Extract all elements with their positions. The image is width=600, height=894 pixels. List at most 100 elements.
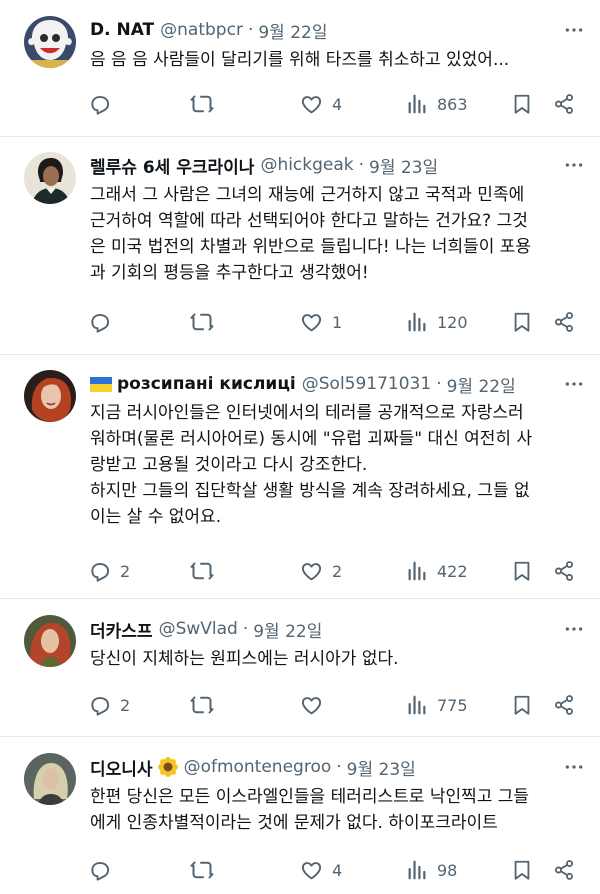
reply-button[interactable]: 2 [88, 556, 130, 586]
share-icon [553, 93, 575, 115]
like-button[interactable] [300, 690, 332, 720]
views-button[interactable]: 422 [406, 556, 468, 586]
display-name[interactable]: 렐루슈 6세 우크라이나 [90, 153, 254, 178]
reply-count: 2 [120, 561, 131, 581]
share-icon [553, 859, 575, 881]
bookmark-icon [511, 560, 533, 582]
share-icon [553, 560, 575, 582]
views-chart-icon [406, 859, 428, 881]
share-button[interactable] [553, 855, 575, 885]
retweet-icon [190, 92, 214, 116]
share-button[interactable] [553, 556, 575, 586]
reply-icon [88, 93, 111, 116]
bookmark-button[interactable] [511, 89, 533, 119]
bookmark-button[interactable] [511, 690, 533, 720]
bookmark-button[interactable] [511, 307, 533, 337]
retweet-button[interactable] [190, 690, 214, 720]
tweet-header: розсипані кислиці @Sol59171031 · 9월 22일 [90, 371, 560, 397]
user-handle[interactable]: @SwVlad [159, 619, 238, 639]
like-count: 4 [332, 860, 343, 880]
share-button[interactable] [553, 307, 575, 337]
views-button[interactable]: 775 [406, 690, 468, 720]
separator-dot: · [358, 155, 365, 175]
separator-dot: · [436, 374, 442, 394]
separator-dot: · [336, 757, 342, 777]
tweet-date[interactable]: 9월 23일 [369, 153, 438, 178]
retweet-icon [190, 559, 214, 583]
tweet-3[interactable]: розсипані кислиці @Sol59171031 · 9월 22일 … [0, 355, 600, 599]
like-button[interactable]: 2 [300, 556, 342, 586]
share-button[interactable] [553, 690, 575, 720]
view-count: 98 [437, 860, 458, 880]
retweet-button[interactable] [190, 307, 214, 337]
blonde-woman-avatar [24, 753, 76, 805]
retweet-button[interactable] [190, 855, 214, 885]
tweet-date[interactable]: 9월 22일 [253, 617, 322, 642]
tweet-1[interactable]: D. NAT @natbpcr · 9월 22일 음 음 음 사람들이 달리기를… [0, 0, 600, 137]
retweet-button[interactable] [190, 89, 214, 119]
more-options-button[interactable] [562, 153, 586, 177]
display-name[interactable]: D. NAT [90, 20, 154, 40]
share-icon [553, 694, 575, 716]
views-button[interactable]: 120 [406, 307, 468, 337]
like-button[interactable]: 4 [300, 89, 342, 119]
bookmark-button[interactable] [511, 556, 533, 586]
more-options-button[interactable] [562, 755, 586, 779]
action-bar: 4 98 [88, 855, 588, 885]
more-options-button[interactable] [562, 617, 586, 641]
views-button[interactable]: 98 [406, 855, 457, 885]
avatar[interactable] [24, 16, 76, 68]
retweet-button[interactable] [190, 556, 214, 586]
ukraine-flag-icon [90, 376, 112, 392]
tweet-date[interactable]: 9월 22일 [258, 18, 327, 43]
tweet-date[interactable]: 9월 22일 [447, 372, 516, 397]
display-name[interactable]: 디오니사 [90, 755, 153, 780]
like-button[interactable]: 4 [300, 855, 342, 885]
user-handle[interactable]: @ofmontenegroo [184, 757, 332, 777]
tweet-4[interactable]: 더카스프 @SwVlad · 9월 22일 당신이 지체하는 원피스에는 러시아… [0, 599, 600, 737]
share-button[interactable] [553, 89, 575, 119]
user-handle[interactable]: @Sol59171031 [302, 374, 431, 394]
heart-icon [300, 93, 323, 116]
tweet-text: 한편 당신은 모든 이스라엘인들을 테러리스트로 낙인찍고 그들 에게 인종차별… [90, 787, 530, 833]
heart-icon [300, 560, 323, 583]
avatar[interactable] [24, 152, 76, 204]
tweet-date[interactable]: 9월 23일 [347, 755, 416, 780]
like-button[interactable]: 1 [300, 307, 342, 337]
action-bar: 4 863 [88, 89, 588, 119]
bookmark-button[interactable] [511, 855, 533, 885]
view-count: 120 [437, 312, 468, 332]
tweet-header: 디오니사 @ofmontenegroo · 9월 23일 [90, 754, 560, 780]
bookmark-icon [511, 311, 533, 333]
more-icon [564, 619, 584, 639]
more-icon [564, 757, 584, 777]
red-hair-woman-avatar [24, 370, 76, 422]
painted-woman-avatar [24, 615, 76, 667]
reply-button[interactable] [88, 855, 120, 885]
display-name[interactable]: розсипані кислиці [117, 374, 296, 394]
tweet-text: 그래서 그 사람은 그녀의 재능에 근거하지 않고 국적과 민족에 근거하여 역… [90, 185, 532, 283]
reply-button[interactable] [88, 307, 120, 337]
retweet-icon [190, 693, 214, 717]
more-options-button[interactable] [562, 372, 586, 396]
display-name[interactable]: 더카스프 [90, 617, 153, 642]
user-handle[interactable]: @natbpcr [160, 20, 243, 40]
tweet-5[interactable]: 디오니사 @ofmontenegroo · 9월 23일 한편 당신은 모든 이… [0, 737, 600, 894]
user-handle[interactable]: @hickgeak [260, 155, 353, 175]
share-icon [553, 311, 575, 333]
tweet-2[interactable]: 렐루슈 6세 우크라이나 @hickgeak · 9월 23일 그래서 그 사람… [0, 137, 600, 355]
reply-icon [88, 560, 111, 583]
tweet-text: 음 음 음 사람들이 달리기를 위해 타즈를 취소하고 있었어... [90, 50, 510, 70]
views-button[interactable]: 863 [406, 89, 468, 119]
reply-button[interactable]: 2 [88, 690, 130, 720]
views-chart-icon [406, 694, 428, 716]
avatar[interactable] [24, 370, 76, 422]
more-options-button[interactable] [562, 18, 586, 42]
cartoon-character-avatar [24, 16, 76, 68]
separator-dot: · [242, 619, 249, 639]
avatar[interactable] [24, 615, 76, 667]
avatar[interactable] [24, 753, 76, 805]
reply-button[interactable] [88, 89, 120, 119]
action-bar: 2 775 [88, 690, 588, 720]
retweet-icon [190, 310, 214, 334]
